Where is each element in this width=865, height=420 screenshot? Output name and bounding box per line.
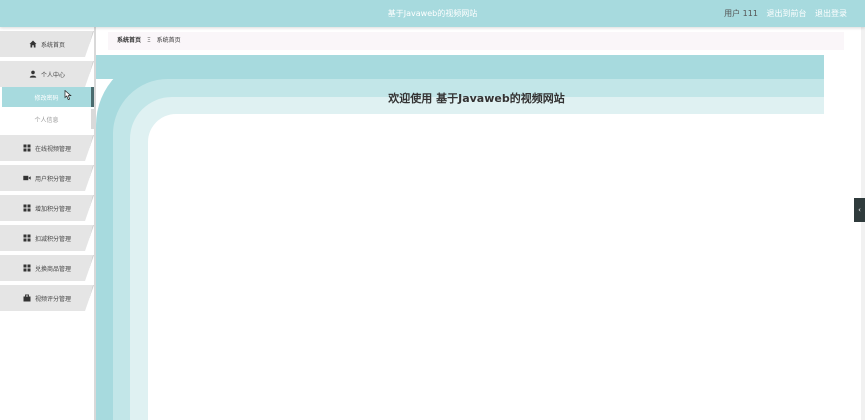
sidebar-item-user-points[interactable]: 用户积分管理: [0, 165, 94, 191]
sidebar-item-label: 增加积分管理: [34, 205, 71, 213]
welcome-panel: [96, 55, 824, 420]
home-icon: [29, 40, 37, 48]
breadcrumb-separator: Ξ: [146, 37, 151, 44]
chevron-left-icon: ‹: [858, 206, 861, 214]
mouse-cursor-icon: [64, 90, 72, 100]
back-to-front-link[interactable]: 退出到前台: [766, 9, 806, 18]
sidebar-item-home[interactable]: 系统首页: [0, 31, 94, 57]
sidebar-item-video-rating[interactable]: 视频评分管理: [0, 285, 94, 311]
top-bar: 基于Javaweb的视频网站 用户 111 退出到前台 退出登录: [0, 0, 865, 27]
decorative-band-top: [96, 55, 824, 79]
user-label: 用户 111: [724, 9, 758, 18]
content-area: [148, 114, 824, 420]
sidebar-subitem-change-password[interactable]: 修改密码: [2, 87, 94, 107]
breadcrumb: 系统首页 Ξ 系统首页: [108, 32, 844, 50]
logout-link[interactable]: 退出登录: [815, 9, 847, 18]
sidebar-subitem-personal-info[interactable]: 个人信息: [2, 109, 94, 129]
welcome-heading: 欢迎使用 基于Javaweb的视频网站: [388, 92, 565, 105]
sidebar-item-label: 视频评分管理: [34, 295, 71, 303]
sidebar-item-online-video[interactable]: 在线视频管理: [0, 135, 94, 161]
grid-icon: [23, 234, 31, 242]
sidebar-item-label: 在线视频管理: [34, 145, 71, 153]
video-icon: [23, 174, 31, 182]
breadcrumb-current: 系统首页: [156, 37, 181, 44]
sidebar-item-label: 系统首页: [40, 41, 65, 49]
sidebar-item-personal-center[interactable]: 个人中心: [0, 61, 94, 87]
top-bar-actions: 用户 111 退出到前台 退出登录: [718, 0, 847, 27]
sidebar-item-label: 个人中心: [40, 71, 65, 79]
grid-icon: [23, 144, 31, 152]
user-icon: [29, 70, 37, 78]
grid-icon: [23, 264, 31, 272]
sidebar-item-redeem-goods[interactable]: 兑换商品管理: [0, 255, 94, 281]
sidebar-subitem-label: 个人信息: [34, 116, 59, 124]
sidebar-item-add-points[interactable]: 增加积分管理: [0, 195, 94, 221]
scrollbar[interactable]: [861, 27, 865, 420]
sidebar-item-label: 用户积分管理: [34, 175, 71, 183]
sidebar: 系统首页 个人中心 修改密码 个人信息 在线视频管理 用户积分管理 增加积分管理: [0, 27, 96, 420]
breadcrumb-home[interactable]: 系统首页: [117, 37, 141, 44]
collapse-toggle-button[interactable]: ‹: [854, 198, 865, 222]
sidebar-item-label: 兑换商品管理: [34, 265, 71, 273]
sidebar-item-label: 扣减积分管理: [34, 235, 71, 243]
sidebar-item-deduct-points[interactable]: 扣减积分管理: [0, 225, 94, 251]
sidebar-subitem-label: 修改密码: [34, 94, 59, 102]
grid-icon: [23, 204, 31, 212]
bag-icon: [23, 294, 31, 302]
